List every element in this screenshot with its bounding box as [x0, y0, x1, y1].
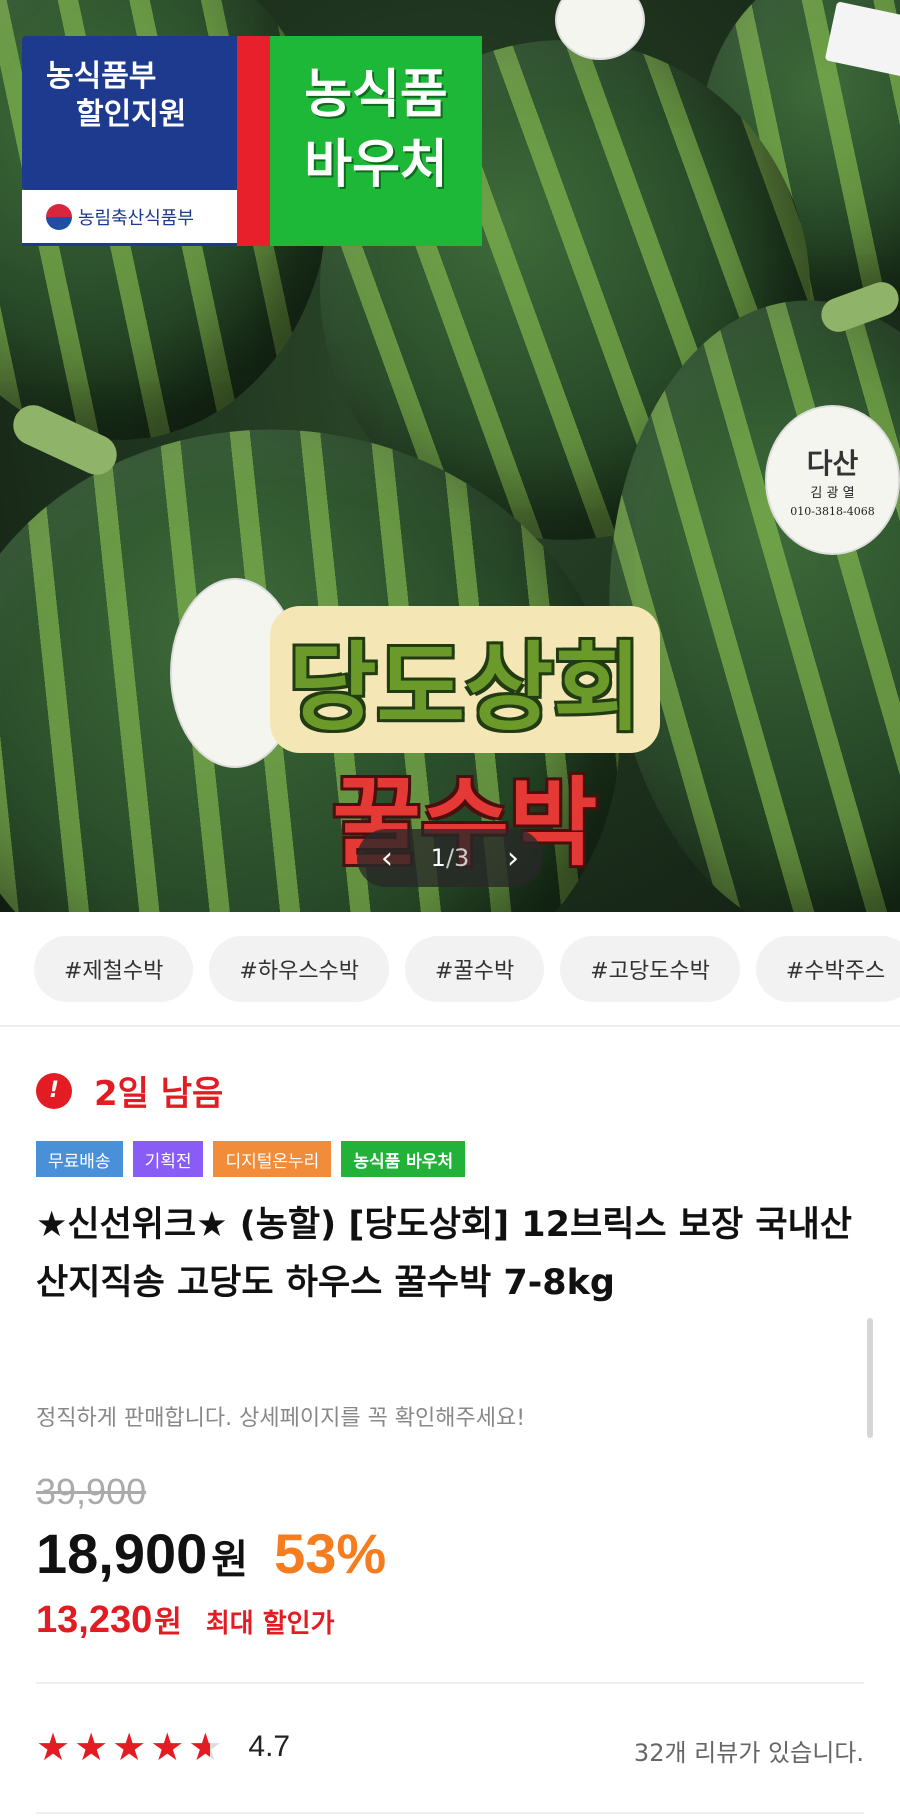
sale-price: 18,900 — [36, 1522, 208, 1585]
original-price: 39,900 — [36, 1471, 147, 1512]
divider — [36, 1682, 864, 1684]
currency-unit: 원 — [211, 1537, 249, 1583]
hero-title-line1: 당도상회 — [270, 606, 660, 753]
badge-text: 농식품부 — [46, 60, 157, 93]
hashtag-chip[interactable]: #꿀수박 — [405, 936, 545, 1002]
star-half-icon: ★ — [188, 1725, 223, 1769]
taegeuk-icon — [46, 203, 72, 230]
scrollbar[interactable] — [867, 1318, 873, 1438]
badge-promotion: 기획전 — [132, 1141, 204, 1177]
ministry-logo: 농림축산식품부 — [22, 190, 237, 246]
max-discount-price: 13,230 — [36, 1599, 153, 1641]
hashtag-chip[interactable]: #제철수박 — [34, 936, 194, 1002]
sticker-brand: 다산 — [806, 447, 859, 480]
badge-text: 할인지원 — [76, 98, 187, 131]
page-separator: / — [445, 844, 455, 872]
sticker-name: 김 광 열 — [810, 486, 855, 501]
badge-text: 바우처 — [304, 136, 448, 194]
carousel-pager: ‹ 1/3 › — [357, 829, 543, 887]
page-current: 1 — [430, 844, 446, 872]
rating-value: 4.7 — [248, 1730, 291, 1763]
badge-text: 농식품 — [304, 66, 448, 124]
ministry-name: 농림축산식품부 — [78, 207, 194, 229]
divider — [36, 1812, 864, 1814]
chevron-right-icon[interactable]: › — [507, 841, 519, 876]
badge-free-shipping: 무료배송 — [36, 1141, 123, 1177]
ministry-discount-badge: 농식품부 할인지원 — [22, 36, 237, 190]
sticker-phone: 010-3818-4068 — [790, 505, 875, 518]
badge-divider — [237, 36, 270, 246]
page-indicator: 1/3 — [431, 844, 470, 872]
star-icon: ★ — [150, 1725, 185, 1769]
product-subtitle: 정직하게 판매합니다. 상세페이지를 꼭 확인해주세요! — [36, 1406, 526, 1431]
chevron-left-icon[interactable]: ‹ — [381, 841, 393, 876]
star-icon: ★ — [112, 1725, 147, 1769]
product-image-carousel[interactable]: 다산 김 광 열 010-3818-4068 농식품부 할인지원 농림축산식품부… — [0, 0, 900, 912]
max-discount-row: 13,230 원 최대 할인가 — [36, 1597, 335, 1642]
currency-unit: 원 — [154, 1605, 182, 1640]
product-title: ★신선위크★ (농할) [당도상회] 12브릭스 보장 국내산 산지직송 고당도… — [36, 1205, 852, 1303]
badge-voucher: 농식품 바우처 — [341, 1141, 466, 1177]
countdown-text: 2일 남음 — [94, 1074, 224, 1114]
page-total: 3 — [454, 844, 470, 872]
max-discount-label: 최대 할인가 — [205, 1609, 335, 1639]
discount-rate: 53% — [274, 1522, 387, 1585]
review-count-link[interactable]: 32개 리뷰가 있습니다. — [634, 1733, 864, 1768]
price-row: 18,900 원 53% — [36, 1521, 386, 1586]
hashtag-chip[interactable]: #수박주스 — [755, 936, 900, 1002]
hashtag-chip[interactable]: #고당도수박 — [560, 936, 740, 1002]
rating[interactable]: ★ ★ ★ ★ ★ 4.7 — [36, 1728, 290, 1766]
divider — [0, 1025, 900, 1027]
hashtag-chip[interactable]: #하우스수박 — [209, 936, 390, 1002]
star-icon: ★ — [36, 1725, 71, 1769]
alert-icon: ! — [36, 1072, 72, 1109]
producer-sticker: 다산 김 광 열 010-3818-4068 — [765, 405, 900, 555]
voucher-badge: 농식품 바우처 — [270, 36, 482, 246]
product-badges: 무료배송 기획전 디지털온누리 농식품 바우처 — [36, 1141, 466, 1177]
hashtag-list: #제철수박 #하우스수박 #꿀수박 #고당도수박 #수박주스 — [34, 936, 900, 1002]
deadline-countdown: ! 2일 남음 — [36, 1066, 223, 1115]
badge-digital-onnuri: 디지털온누리 — [213, 1141, 332, 1177]
star-rating: ★ ★ ★ ★ ★ — [36, 1728, 222, 1766]
star-icon: ★ — [74, 1725, 109, 1769]
